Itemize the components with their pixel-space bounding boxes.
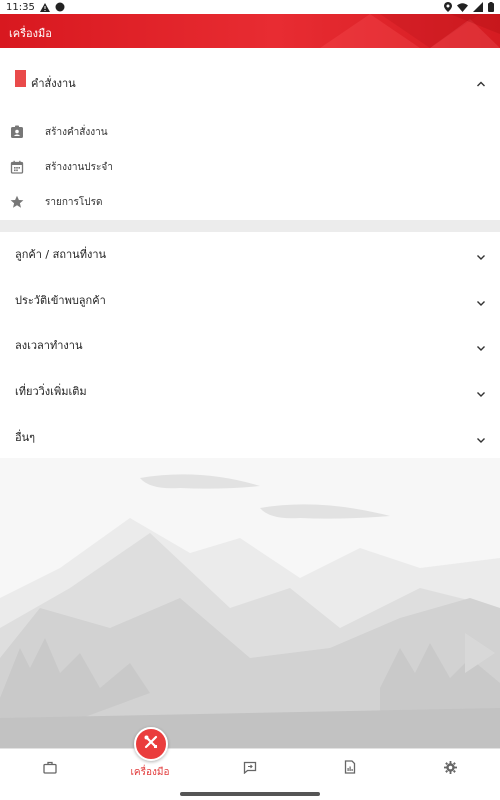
calendar-icon [10,159,24,174]
id-badge-icon [10,124,24,138]
accordion-extra-trips[interactable]: เที่ยววิ่งเพิ่มเติม [0,377,500,401]
app-bar: เครื่องมือ [0,14,500,48]
tools-panel: คำสั่งงาน สร้างคำสั่งงาน สร้างงานประจำ ร… [0,48,500,458]
accordion-time-attendance[interactable]: ลงเวลาทำงาน [0,331,500,355]
accordion-label: ประวัติเข้าพบลูกค้า [15,294,106,307]
accordion-label: ลงเวลาทำงาน [15,339,83,352]
accordion-visit-history[interactable]: ประวัติเข้าพบลูกค้า [0,286,500,310]
accordion-customers-locations[interactable]: ลูกค้า / สถานที่งาน [0,240,500,264]
mountain-illustration [0,474,500,748]
work-order-section-header[interactable]: คำสั่งงาน [0,70,500,92]
page-title: เครื่องมือ [9,27,52,40]
circle-icon [55,2,65,12]
chevron-down-icon [476,338,486,357]
status-right [444,2,494,12]
status-time: 11:35 [6,1,35,13]
section-marker [15,70,26,87]
menu-item-label: สร้างคำสั่งงาน [45,127,108,138]
app-bar-decoration [320,14,500,48]
star-icon [10,194,24,208]
status-bar: 11:35 [0,0,500,14]
tools-icon [143,734,159,754]
menu-item-label: รายการโปรด [45,197,103,208]
menu-item-favorites[interactable]: รายการโปรด [0,191,500,213]
section-divider [0,220,500,232]
nav-messages[interactable] [200,749,300,788]
accordion-label: อื่นๆ [15,431,36,444]
mountain-background [0,458,500,748]
status-left: 11:35 [6,2,65,13]
chevron-down-icon [476,430,486,449]
bottom-navigation [0,748,500,787]
nav-settings[interactable] [400,749,500,788]
accordion-others[interactable]: อื่นๆ [0,423,500,447]
menu-item-create-work-order[interactable]: สร้างคำสั่งงาน [0,121,500,143]
signal-icon [473,2,483,12]
wifi-icon [457,2,468,12]
menu-item-create-routine-work[interactable]: สร้างงานประจำ [0,156,500,178]
nav-jobs[interactable] [0,749,100,788]
chevron-down-icon [476,247,486,266]
menu-item-label: สร้างงานประจำ [45,162,113,173]
warning-icon [39,2,50,12]
gear-icon [443,759,457,778]
accordion-label: เที่ยววิ่งเพิ่มเติม [15,385,87,398]
system-gesture-bar [0,787,500,800]
chevron-down-icon [476,293,486,312]
accordion-label: ลูกค้า / สถานที่งาน [15,248,107,261]
section-title: คำสั่งงาน [31,77,76,90]
chevron-up-icon[interactable] [476,74,486,93]
report-icon [344,759,356,778]
battery-icon [488,2,494,12]
nav-reports[interactable] [300,749,400,788]
briefcase-icon [43,759,57,778]
message-icon [243,759,257,778]
active-tab-label[interactable]: เครื่องมือ [110,765,190,780]
location-icon [444,2,452,12]
chevron-down-icon [476,384,486,403]
tools-fab-button[interactable] [134,727,168,761]
gesture-handle[interactable] [180,792,320,796]
